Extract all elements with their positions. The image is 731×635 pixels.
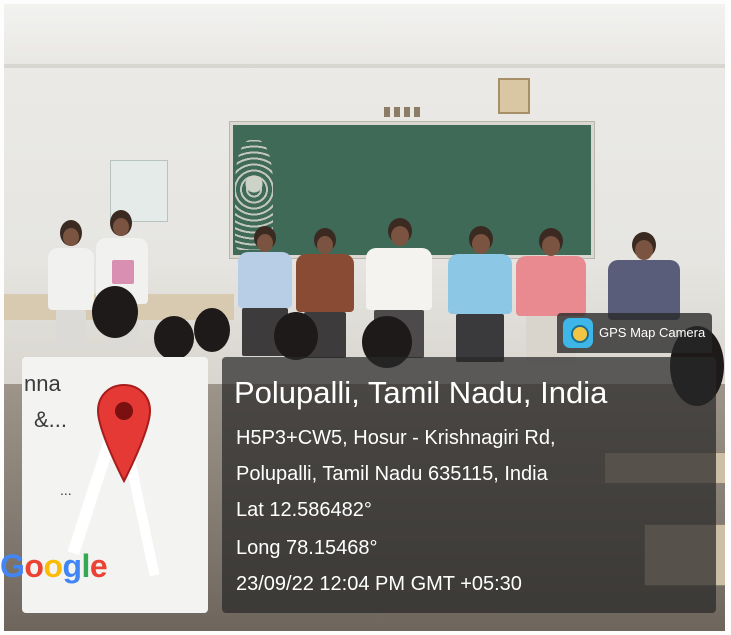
wall-trim — [4, 64, 725, 68]
place-title: Polupalli, Tamil Nadu, India — [234, 375, 608, 410]
google-logo-letter: g — [62, 548, 82, 584]
audience-head — [274, 312, 318, 360]
longitude: Long 78.15468° — [236, 537, 378, 559]
gps-map-camera-badge: GPS Map Camera — [557, 313, 712, 353]
google-logo-letter: G — [0, 548, 25, 584]
audience-head — [92, 286, 138, 338]
map-label: &... — [34, 407, 68, 432]
badge-label: GPS Map Camera — [599, 325, 706, 340]
google-logo: Google — [0, 548, 108, 585]
datetime: 23/09/22 12:04 PM GMT +05:30 — [236, 573, 522, 595]
student-standing-1 — [46, 220, 96, 350]
map-label: ... — [60, 482, 72, 498]
google-logo-letter: e — [89, 548, 108, 584]
guest-seated-6 — [606, 232, 682, 322]
ceiling — [4, 4, 725, 64]
gps-map-camera-icon — [563, 318, 593, 348]
guest-seated-4 — [446, 226, 514, 362]
map-label: nna — [24, 371, 61, 396]
wall-frame — [498, 78, 530, 114]
address-line-1: H5P3+CW5, Hosur - Krishnagiri Rd, — [236, 427, 556, 449]
wall-shelf — [384, 104, 434, 117]
latitude: Lat 12.586482° — [236, 499, 372, 521]
location-pin-icon — [96, 383, 152, 483]
address-line-2: Polupalli, Tamil Nadu 635115, India — [236, 463, 548, 485]
google-logo-letter: l — [81, 548, 91, 584]
photo-frame: GPS Map Camera nna &... ... Google Polup… — [0, 0, 731, 635]
audience-head — [194, 308, 230, 352]
google-logo-letter: o — [43, 548, 63, 584]
audience-head — [154, 316, 194, 360]
google-logo-letter: o — [24, 548, 44, 584]
